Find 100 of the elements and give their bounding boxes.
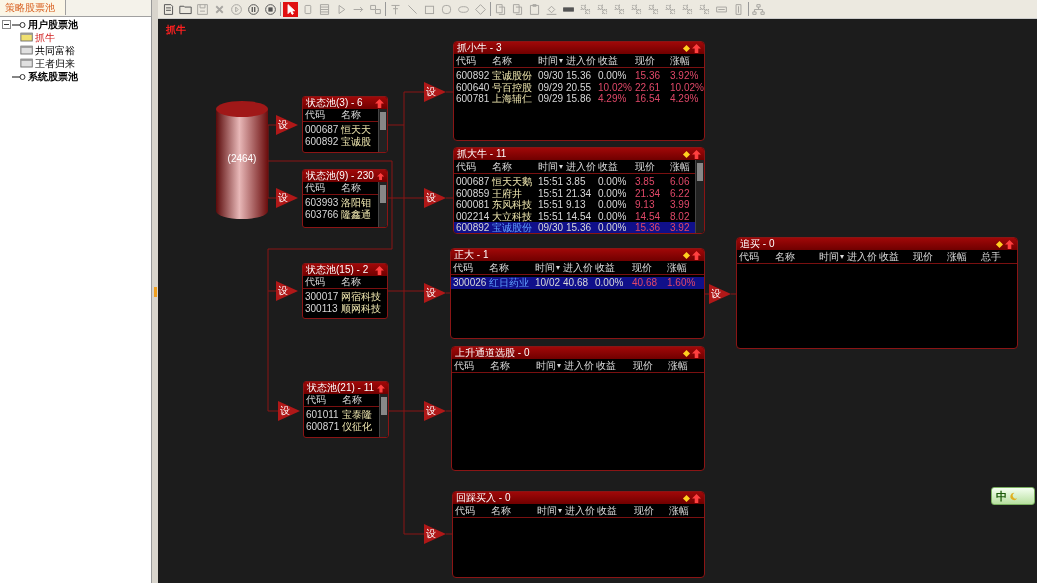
up-arrow-icon[interactable]	[375, 98, 384, 108]
column-header[interactable]: 涨幅	[670, 160, 695, 173]
collapse-icon[interactable]	[2, 20, 11, 29]
column-header[interactable]: 收益	[596, 359, 633, 372]
table-cell-text: 09/30	[538, 70, 565, 82]
column-header[interactable]: 进入价	[564, 359, 596, 372]
trigger-button[interactable]: 设	[276, 281, 298, 301]
trigger-button[interactable]: 设	[709, 284, 731, 304]
tree-group[interactable]: 用户股票池	[28, 17, 78, 32]
sidebar-tab[interactable]: 策略股票池	[0, 0, 66, 15]
column-header[interactable]: 涨幅	[668, 359, 704, 372]
tree-group[interactable]: 系统股票池	[28, 69, 78, 84]
trigger-button[interactable]: 设	[424, 283, 446, 303]
column-header[interactable]: 现价	[913, 250, 947, 263]
column-header[interactable]: 收益	[595, 261, 632, 274]
scrollbar[interactable]	[378, 182, 387, 227]
trigger-button[interactable]: 设	[424, 188, 446, 208]
trigger-button[interactable]: 设	[424, 82, 446, 102]
column-header[interactable]: 名称	[490, 359, 536, 372]
ime-status-bar[interactable]: 中	[991, 487, 1035, 505]
column-header[interactable]: 进入价	[563, 261, 595, 274]
up-arrow-icon[interactable]	[692, 149, 701, 159]
column-header[interactable]: 现价	[635, 160, 670, 173]
toolbar-button[interactable]	[283, 1, 298, 17]
up-arrow-icon[interactable]	[692, 43, 701, 53]
trigger-button[interactable]: 设	[276, 188, 298, 208]
column-header[interactable]: 名称	[342, 394, 379, 406]
column-header[interactable]: 时间	[538, 54, 566, 67]
pool-node[interactable]: 状态池(3) - 6 代码 名称 000687 恒天天 600892 宝诚股	[302, 96, 388, 153]
column-header[interactable]: 时间	[537, 504, 565, 517]
column-header[interactable]: 名称	[492, 160, 538, 173]
input-mode[interactable]: 中	[996, 488, 1007, 504]
column-header[interactable]: 名称	[341, 109, 378, 121]
tree-item[interactable]: 王者归来	[35, 56, 75, 71]
column-header[interactable]: 代码	[305, 182, 341, 194]
trigger-button[interactable]: 设	[278, 401, 300, 421]
column-header[interactable]: 涨幅	[670, 54, 704, 67]
column-header[interactable]: 代码	[453, 261, 489, 274]
column-header[interactable]: 时间	[535, 261, 563, 274]
scrollbar[interactable]	[379, 394, 388, 437]
column-header[interactable]: 代码	[456, 160, 492, 173]
column-header[interactable]: 总手	[981, 250, 1017, 263]
table-cell-text: 东风科技	[492, 199, 533, 211]
column-header[interactable]: 涨幅	[669, 504, 704, 517]
toolbar-button[interactable]	[246, 1, 261, 17]
column-header[interactable]: 代码	[739, 250, 775, 263]
up-arrow-icon[interactable]	[376, 171, 384, 181]
column-header[interactable]: 收益	[879, 250, 913, 263]
table-cell-text: 洛阳钼	[341, 197, 372, 209]
column-header[interactable]: 收益	[598, 54, 635, 67]
up-arrow-icon[interactable]	[692, 250, 701, 260]
up-arrow-icon[interactable]	[377, 383, 385, 393]
tree-item[interactable]: 抓牛	[35, 30, 55, 45]
column-header[interactable]: 代码	[455, 504, 491, 517]
column-header[interactable]: 现价	[634, 504, 669, 517]
column-header[interactable]: 代码	[456, 54, 492, 67]
trigger-button[interactable]: 设	[424, 401, 446, 421]
column-header[interactable]: 代码	[454, 359, 490, 372]
column-header[interactable]: 现价	[633, 359, 668, 372]
column-header[interactable]: 名称	[775, 250, 819, 263]
column-header[interactable]: 时间	[536, 359, 564, 372]
trigger-button[interactable]: 设	[424, 524, 446, 544]
column-header[interactable]: 现价	[635, 54, 670, 67]
tree-item[interactable]: 共同富裕	[35, 43, 75, 58]
column-header[interactable]: 名称	[492, 54, 538, 67]
column-header[interactable]: 名称	[489, 261, 535, 274]
column-header[interactable]: 时间	[819, 250, 847, 263]
pool-node[interactable]: 状态池(15) - 2 代码 名称 300017 网宿科技 300113 顺网科技	[302, 263, 388, 319]
up-arrow-icon[interactable]	[692, 493, 701, 503]
column-header[interactable]: 收益	[598, 160, 635, 173]
table-cell-text: 8.02	[670, 210, 691, 222]
column-header[interactable]: 名称	[341, 182, 378, 194]
trigger-button[interactable]: 设	[276, 115, 298, 135]
toolbar-button[interactable]	[263, 1, 278, 17]
toolbar-button[interactable]	[161, 1, 176, 17]
column-header[interactable]: 时间	[538, 160, 566, 173]
column-header[interactable]: 收益	[597, 504, 634, 517]
pool-node[interactable]: 状态池(21) - 11 代码 名称 601011 宝泰隆 600871 仪征化	[303, 381, 389, 438]
column-header[interactable]: 代码	[305, 276, 341, 288]
grip-icon[interactable]	[153, 286, 157, 297]
column-header[interactable]: 进入价	[565, 504, 597, 517]
moon-icon[interactable]	[1009, 491, 1018, 501]
scrollbar[interactable]	[695, 160, 704, 233]
column-header[interactable]: 进入价	[566, 54, 598, 67]
cylinder-drawing[interactable]	[216, 101, 268, 219]
scrollbar[interactable]	[378, 109, 387, 152]
column-header[interactable]: 名称	[341, 276, 387, 288]
column-header[interactable]: 进入价	[847, 250, 879, 263]
column-header[interactable]: 涨幅	[947, 250, 981, 263]
column-header[interactable]: 代码	[305, 109, 341, 121]
column-header[interactable]: 涨幅	[667, 261, 704, 274]
up-arrow-icon[interactable]	[1005, 239, 1014, 249]
table-cell-text: 0.00%	[598, 187, 628, 199]
column-header[interactable]: 进入价	[566, 160, 598, 173]
column-header[interactable]: 名称	[491, 504, 537, 517]
up-arrow-icon[interactable]	[692, 348, 701, 358]
up-arrow-icon[interactable]	[375, 265, 384, 275]
pool-node[interactable]: 状态池(9) - 230 代码 名称 603993 洛阳钼 603766 隆鑫通	[302, 169, 388, 228]
column-header[interactable]: 现价	[632, 261, 667, 274]
column-header[interactable]: 代码	[306, 394, 342, 406]
